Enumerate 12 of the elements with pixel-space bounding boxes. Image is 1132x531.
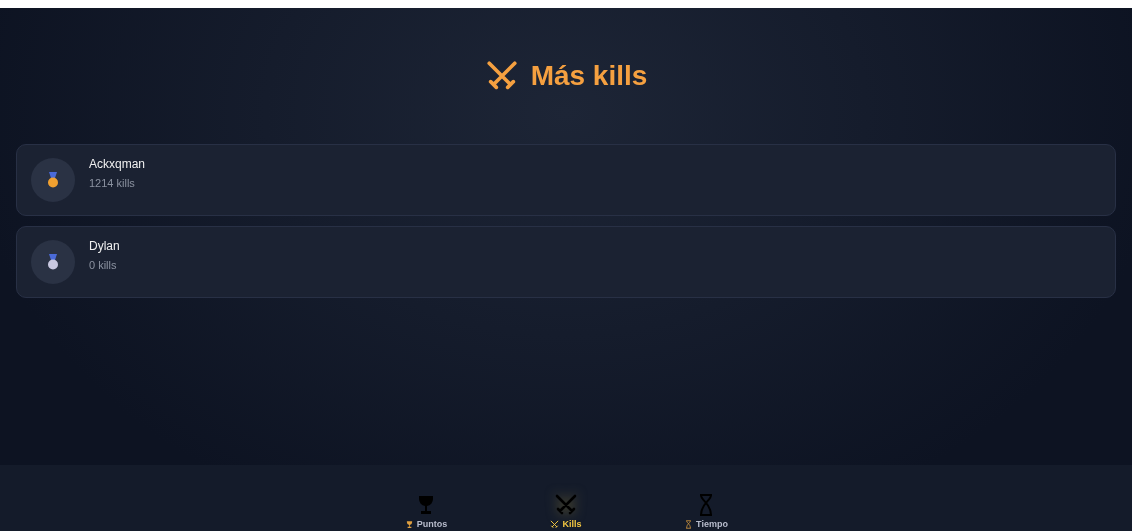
swords-icon bbox=[554, 493, 578, 517]
hourglass-icon bbox=[684, 519, 694, 529]
kill-count: 1214 kills bbox=[89, 177, 136, 189]
nav-tab[interactable]: Puntos bbox=[386, 465, 466, 531]
trophy-icon bbox=[404, 519, 414, 529]
player-name: Dylan bbox=[89, 239, 120, 253]
page-title: Más kills bbox=[530, 60, 648, 92]
nav-tab[interactable]: Tiempo bbox=[666, 465, 746, 531]
nav-tab[interactable]: Kills bbox=[526, 465, 606, 531]
player-name: Ackxqman bbox=[89, 157, 146, 171]
swords-icon bbox=[550, 519, 560, 529]
kill-count: 0 kills bbox=[89, 259, 118, 271]
